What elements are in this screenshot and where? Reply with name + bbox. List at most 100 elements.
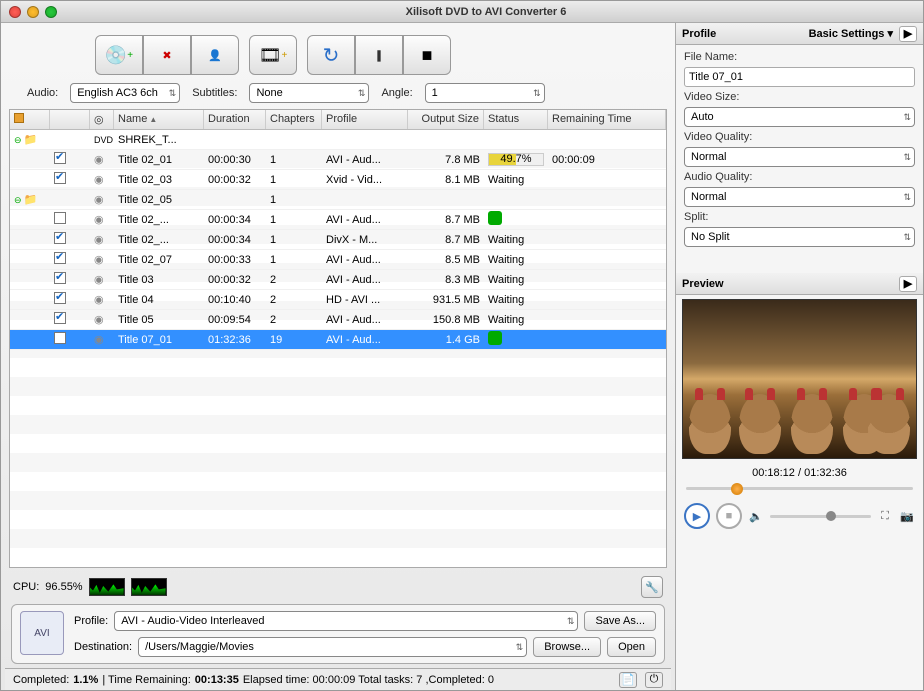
file-name-label: File Name: <box>684 51 915 63</box>
row-checkbox[interactable] <box>54 252 66 264</box>
destination-select[interactable]: /Users/Maggie/Movies <box>138 637 527 657</box>
table-row[interactable]: ◉Title 02_0700:00:331AVI - Aud...8.5 MBW… <box>10 250 666 270</box>
convert-button[interactable]: ↻ <box>307 35 355 75</box>
profile-label: Profile: <box>74 615 108 627</box>
profile-panel-title: Profile <box>682 28 809 40</box>
table-header: ◎ Name▲ Duration Chapters Profile Output… <box>10 110 666 130</box>
audio-label: Audio: <box>27 87 58 99</box>
fullscreen-icon[interactable]: ⛶ <box>877 509 893 523</box>
profile-mode-select[interactable]: Basic Settings ▾ <box>809 27 893 40</box>
profile-panel-body: File Name: Video Size: Auto Video Qualit… <box>676 45 923 253</box>
angle-select[interactable]: 1 <box>425 83 545 103</box>
stop-button[interactable]: ■ <box>403 35 451 75</box>
minimize-icon[interactable] <box>27 6 39 18</box>
cpu-graph-1 <box>89 578 125 596</box>
split-select[interactable]: No Split <box>684 227 915 247</box>
right-pane: Profile Basic Settings ▾ ▶ File Name: Vi… <box>675 23 923 690</box>
row-checkbox[interactable] <box>54 292 66 304</box>
table-row[interactable]: ◉Title 02_0300:00:321Xvid - Vid...8.1 MB… <box>10 170 666 190</box>
close-icon[interactable] <box>9 6 21 18</box>
status-text-3: Elapsed time: 00:00:09 Total tasks: 7 ,C… <box>243 674 494 686</box>
table-row[interactable]: ⊖📁◉Title 02_051 <box>10 190 666 210</box>
row-checkbox[interactable] <box>54 232 66 244</box>
status-pct: 1.1% <box>73 674 98 686</box>
done-badge <box>488 331 502 345</box>
col-check[interactable] <box>50 110 90 129</box>
table-row[interactable]: ◉Title 0300:00:322AVI - Aud...8.3 MBWait… <box>10 270 666 290</box>
row-checkbox[interactable] <box>54 212 66 224</box>
browse-button[interactable]: Browse... <box>533 637 601 657</box>
split-label: Split: <box>684 211 915 223</box>
profile-expand-button[interactable]: ▶ <box>899 26 917 42</box>
pause-button[interactable]: ∥ <box>355 35 403 75</box>
remove-button[interactable]: ✖ <box>143 35 191 75</box>
zoom-icon[interactable] <box>45 6 57 18</box>
table-row[interactable]: ◉Title 02_...00:00:341DivX - M...8.7 MBW… <box>10 230 666 250</box>
col-output-size[interactable]: Output Size <box>408 110 484 129</box>
status-tr: 00:13:35 <box>195 674 239 686</box>
col-name[interactable]: Name▲ <box>114 110 204 129</box>
status-bar: Completed: 1.1% | Time Remaining: 00:13:… <box>5 668 671 690</box>
output-box: AVI Profile: AVI - Audio-Video Interleav… <box>11 604 665 664</box>
window-controls <box>9 6 57 18</box>
table-row[interactable]: ◉Title 0400:10:402HD - AVI ...931.5 MBWa… <box>10 290 666 310</box>
window-title: Xilisoft DVD to AVI Converter 6 <box>57 6 915 18</box>
post-task-button[interactable]: ⏻ <box>645 672 663 688</box>
toolbar: 💿+ ✖ 👤 🎞+ ↻ ∥ ■ <box>5 29 671 83</box>
video-quality-select[interactable]: Normal <box>684 147 915 167</box>
table-row[interactable]: ◉Title 0500:09:542AVI - Aud...150.8 MBWa… <box>10 310 666 330</box>
playback-controls: ▶ ■ 🔈 ⛶ 📷 <box>676 499 923 537</box>
destination-label: Destination: <box>74 641 132 653</box>
status-text-1: Completed: <box>13 674 69 686</box>
log-button[interactable]: 📄 <box>619 672 637 688</box>
seek-thumb[interactable] <box>731 483 743 495</box>
row-checkbox[interactable] <box>54 172 66 184</box>
preview-video[interactable] <box>682 299 917 459</box>
play-button[interactable]: ▶ <box>684 503 710 529</box>
cpu-label: CPU: <box>13 581 39 593</box>
info-button[interactable]: 👤 <box>191 35 239 75</box>
volume-slider[interactable] <box>770 515 871 518</box>
col-expand[interactable] <box>10 110 50 129</box>
col-chapters[interactable]: Chapters <box>266 110 322 129</box>
audio-select[interactable]: English AC3 6ch <box>70 83 180 103</box>
preview-expand-button[interactable]: ▶ <box>899 276 917 292</box>
settings-button[interactable]: 🔧 <box>641 576 663 598</box>
col-status[interactable]: Status <box>484 110 548 129</box>
preview-panel-title: Preview <box>682 278 899 290</box>
titlebar: Xilisoft DVD to AVI Converter 6 <box>1 1 923 23</box>
row-checkbox[interactable] <box>54 312 66 324</box>
subtitles-label: Subtitles: <box>192 87 237 99</box>
volume-icon[interactable]: 🔈 <box>748 509 764 523</box>
col-profile[interactable]: Profile <box>322 110 408 129</box>
stop-preview-button[interactable]: ■ <box>716 503 742 529</box>
col-remaining[interactable]: Remaining Time <box>548 110 666 129</box>
cpu-value: 96.55% <box>45 581 82 593</box>
save-as-button[interactable]: Save As... <box>584 611 656 631</box>
row-checkbox[interactable] <box>54 272 66 284</box>
open-button[interactable]: Open <box>607 637 656 657</box>
profile-select[interactable]: AVI - Audio-Video Interleaved <box>114 611 578 631</box>
table-body[interactable]: ⊖📁DVDSHREK_T...◉Title 02_0100:00:301AVI … <box>10 130 666 567</box>
row-checkbox[interactable] <box>54 152 66 164</box>
table-row[interactable]: ⊖📁DVDSHREK_T... <box>10 130 666 150</box>
file-name-input[interactable] <box>684 67 915 87</box>
preview-panel-header: Preview ▶ <box>676 273 923 295</box>
table-row[interactable]: ◉Title 02_0100:00:301AVI - Aud...7.8 MB4… <box>10 150 666 170</box>
audio-quality-select[interactable]: Normal <box>684 187 915 207</box>
video-size-select[interactable]: Auto <box>684 107 915 127</box>
snapshot-icon[interactable]: 📷 <box>899 509 915 523</box>
audio-quality-label: Audio Quality: <box>684 171 915 183</box>
content: 💿+ ✖ 👤 🎞+ ↻ ∥ ■ Audio: English AC3 6ch S… <box>1 23 923 690</box>
table-row[interactable]: ◉Title 07_0101:32:3619AVI - Aud...1.4 GB <box>10 330 666 350</box>
col-disc[interactable]: ◎ <box>90 110 114 129</box>
video-size-label: Video Size: <box>684 91 915 103</box>
add-disc-button[interactable]: 💿+ <box>95 35 143 75</box>
col-duration[interactable]: Duration <box>204 110 266 129</box>
subtitles-select[interactable]: None <box>249 83 369 103</box>
seek-slider[interactable] <box>686 483 913 493</box>
clip-button[interactable]: 🎞+ <box>249 35 297 75</box>
row-checkbox[interactable] <box>54 332 66 344</box>
track-selectors: Audio: English AC3 6ch Subtitles: None A… <box>5 83 671 109</box>
table-row[interactable]: ◉Title 02_...00:00:341AVI - Aud...8.7 MB <box>10 210 666 230</box>
